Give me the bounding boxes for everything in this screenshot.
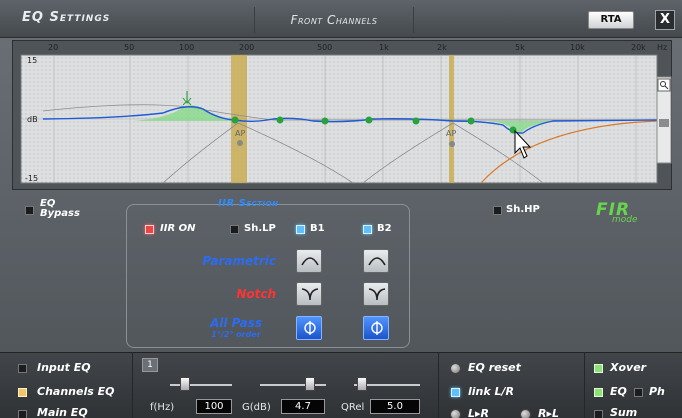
q-slider-thumb[interactable] bbox=[357, 377, 367, 391]
freq-tick-2k: 2k bbox=[437, 43, 447, 52]
freq-unit: Hz bbox=[657, 43, 667, 52]
window-title: EQ Settings bbox=[22, 10, 111, 25]
freq-tick-50: 50 bbox=[124, 43, 134, 52]
b2-checkbox[interactable] bbox=[363, 225, 372, 234]
iir-section-title: IIR Section bbox=[218, 198, 279, 209]
b2-label: B2 bbox=[377, 223, 392, 234]
eq-checkbox[interactable] bbox=[594, 388, 603, 397]
band-handle bbox=[276, 116, 284, 124]
l-to-r-label: L▸R bbox=[468, 407, 490, 418]
iir-on-checkbox[interactable] bbox=[145, 225, 154, 234]
zoom-button bbox=[657, 78, 671, 92]
sh-lp-label: Sh.LP bbox=[244, 223, 276, 234]
phase-icon bbox=[304, 321, 316, 335]
notch-icon bbox=[301, 288, 319, 301]
close-button[interactable]: X bbox=[655, 10, 675, 30]
xover-label: Xover bbox=[610, 361, 647, 374]
allpass-handle-2 bbox=[449, 141, 455, 147]
eq-settings-window: EQ Settings Front Channels RTA X 20 50 1… bbox=[0, 0, 682, 418]
fir-mode-logo[interactable]: FIR mode bbox=[596, 200, 640, 226]
band-handle bbox=[467, 117, 475, 125]
channel-selector[interactable]: Front Channels bbox=[254, 7, 414, 33]
title-bar: EQ Settings Front Channels RTA X bbox=[0, 0, 682, 38]
frequency-input[interactable]: 100 bbox=[196, 399, 232, 414]
gain-label: G(dB) bbox=[242, 402, 271, 413]
r-to-l-label: R▸L bbox=[538, 407, 560, 418]
phase-icon bbox=[371, 321, 383, 335]
sh-hp-checkbox[interactable] bbox=[493, 206, 502, 215]
eq-reset-radio[interactable] bbox=[450, 363, 461, 374]
input-eq-checkbox[interactable] bbox=[18, 364, 27, 373]
sh-lp-checkbox[interactable] bbox=[230, 225, 239, 234]
freq-tick-100: 100 bbox=[179, 43, 194, 52]
channels-eq-label: Channels EQ bbox=[37, 385, 115, 398]
notch-b2-button[interactable] bbox=[363, 282, 389, 306]
freq-tick-20k: 20k bbox=[631, 43, 646, 52]
ph-checkbox[interactable] bbox=[634, 388, 643, 397]
all-pass-order-label: 1°/2° order bbox=[211, 330, 261, 339]
parametric-b2-button[interactable] bbox=[363, 249, 389, 273]
allpass-label-1: AP bbox=[235, 129, 245, 138]
all-pass-b1-button[interactable] bbox=[296, 316, 322, 340]
notch-label: Notch bbox=[236, 287, 276, 301]
notch-icon bbox=[368, 288, 386, 301]
allpass-band-2 bbox=[449, 55, 454, 183]
rta-button[interactable]: RTA bbox=[588, 11, 634, 29]
zoom-scrollbar-thumb bbox=[659, 119, 669, 127]
sum-checkbox[interactable] bbox=[594, 410, 603, 418]
b1-label: B1 bbox=[310, 223, 325, 234]
r-to-l-radio[interactable] bbox=[520, 409, 531, 418]
freq-tick-10k: 10k bbox=[570, 43, 585, 52]
band-handle bbox=[412, 117, 420, 125]
freq-tick-200: 200 bbox=[239, 43, 254, 52]
band-handle bbox=[321, 117, 329, 125]
freq-tick-500: 500 bbox=[317, 43, 332, 52]
freq-tick-1k: 1k bbox=[379, 43, 389, 52]
eq-label: EQ bbox=[610, 385, 627, 398]
freq-tick-20: 20 bbox=[48, 43, 58, 52]
notch-b1-button[interactable] bbox=[296, 282, 322, 306]
parametric-icon bbox=[301, 257, 319, 266]
frequency-label: f(Hz) bbox=[150, 402, 175, 413]
parametric-icon bbox=[368, 257, 386, 266]
xover-checkbox[interactable] bbox=[594, 364, 603, 373]
ph-label: Ph bbox=[649, 385, 665, 398]
l-to-r-radio[interactable] bbox=[450, 409, 461, 418]
db-top-label: 15 bbox=[27, 56, 37, 65]
sh-hp-label: Sh.HP bbox=[506, 204, 540, 215]
eq-bypass-checkbox[interactable] bbox=[25, 206, 34, 215]
db-mid-label: dB bbox=[27, 115, 38, 124]
q-input[interactable]: 5.0 bbox=[370, 399, 420, 414]
freq-tick-5k: 5k bbox=[515, 43, 525, 52]
all-pass-b2-button[interactable] bbox=[363, 316, 389, 340]
band-handle bbox=[231, 116, 239, 124]
eq-reset-label[interactable]: EQ reset bbox=[468, 361, 521, 374]
band-handle bbox=[365, 116, 373, 124]
main-eq-label: Main EQ bbox=[37, 406, 88, 418]
sum-label: Sum bbox=[610, 406, 638, 418]
parametric-b1-button[interactable] bbox=[296, 249, 322, 273]
fir-logo-subtext: mode bbox=[612, 215, 638, 225]
input-eq-label: Input EQ bbox=[37, 361, 91, 374]
band-number-tab[interactable]: 1 bbox=[142, 358, 158, 372]
frequency-slider-thumb[interactable] bbox=[180, 377, 190, 391]
all-pass-label: All Pass bbox=[209, 316, 263, 330]
gain-input[interactable]: 4.7 bbox=[281, 399, 325, 414]
gain-slider-track[interactable] bbox=[260, 384, 326, 386]
b1-checkbox[interactable] bbox=[296, 225, 305, 234]
eq-graph[interactable]: 20 50 100 200 500 1k 2k 5k 10k 20k Hz 15… bbox=[12, 40, 672, 190]
channels-eq-checkbox[interactable] bbox=[18, 388, 27, 397]
link-lr-label: link L/R bbox=[468, 385, 515, 398]
db-bottom-label: -15 bbox=[25, 174, 38, 183]
main-eq-checkbox[interactable] bbox=[18, 410, 27, 418]
allpass-label-2: AP bbox=[446, 129, 456, 138]
allpass-handle-1 bbox=[237, 140, 243, 146]
gain-slider-thumb[interactable] bbox=[305, 377, 315, 391]
iir-on-label: IIR ON bbox=[160, 223, 196, 234]
q-label: QRel bbox=[341, 402, 365, 413]
parametric-label: Parametric bbox=[202, 254, 276, 268]
link-lr-checkbox[interactable] bbox=[451, 388, 460, 397]
eq-bypass-label: EQ Bypass bbox=[40, 198, 80, 219]
